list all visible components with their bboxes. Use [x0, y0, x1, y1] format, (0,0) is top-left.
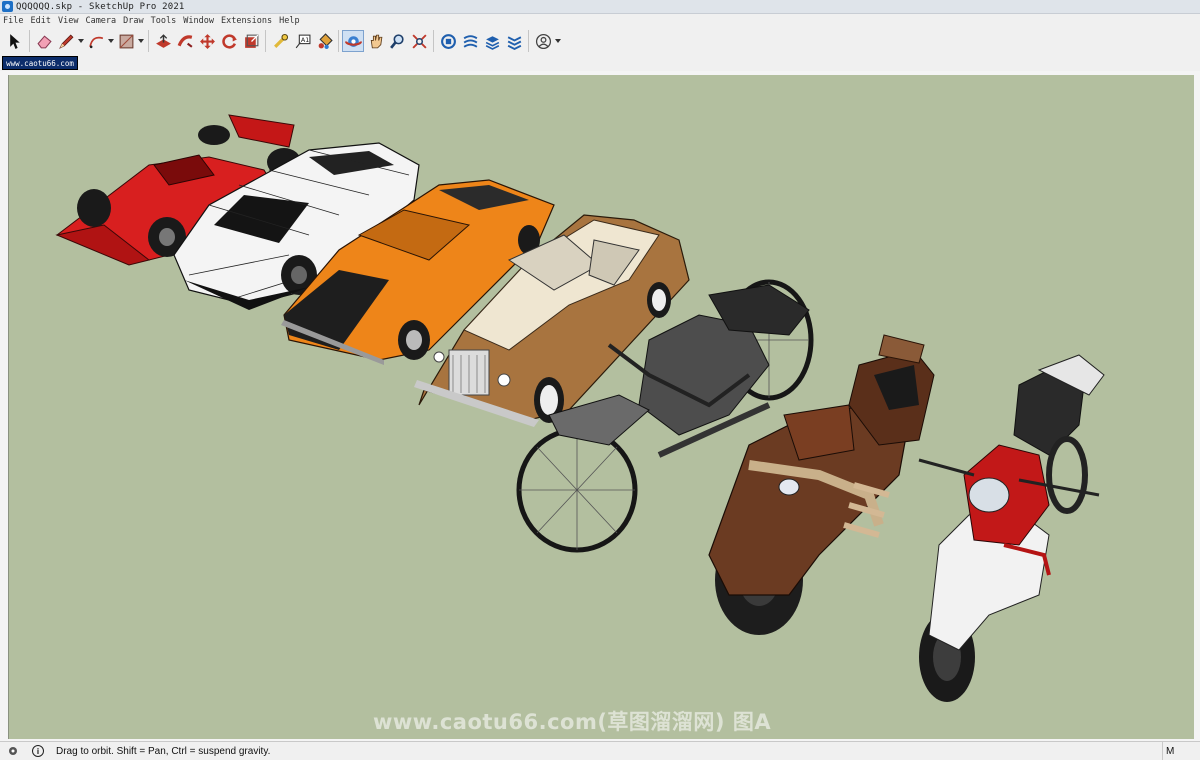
window-title: QQQQQQ.skp - SketchUp Pro 2021 [16, 1, 185, 12]
sketchup-logo-icon [2, 1, 13, 12]
toolbar-separator [338, 30, 339, 52]
move-icon[interactable] [196, 30, 218, 52]
arc-tools-dropdown-icon[interactable] [107, 30, 115, 52]
arc-icon[interactable] [85, 30, 107, 52]
paint-bucket-icon[interactable] [313, 30, 335, 52]
pan-icon[interactable] [364, 30, 386, 52]
scene-tab[interactable]: www.caotu66.com [2, 56, 78, 70]
pencil-line-icon[interactable] [55, 30, 77, 52]
offset-icon[interactable] [240, 30, 262, 52]
rectangle-icon[interactable] [115, 30, 137, 52]
toolbar-separator [148, 30, 149, 52]
zoom-extents-icon[interactable] [408, 30, 430, 52]
menu-edit[interactable]: Edit [30, 16, 50, 26]
rotate-icon[interactable] [218, 30, 240, 52]
3d-warehouse-icon[interactable] [437, 30, 459, 52]
status-message: Drag to orbit. Shift = Pan, Ctrl = suspe… [56, 745, 271, 757]
getting-started-toolbar: A1 [0, 27, 1200, 55]
push-pull-icon[interactable] [152, 30, 174, 52]
extension-warehouse-icon[interactable] [459, 30, 481, 52]
menu-view[interactable]: View [58, 16, 78, 26]
menu-help[interactable]: Help [279, 16, 299, 26]
menu-file[interactable]: File [3, 16, 23, 26]
geo-location-icon[interactable] [6, 744, 20, 758]
orbit-icon[interactable] [342, 30, 364, 52]
extension-manager-icon[interactable] [503, 30, 525, 52]
instructor-info-icon[interactable]: i [32, 745, 44, 757]
viewport-canvas[interactable] [8, 75, 1194, 739]
status-bar: i Drag to orbit. Shift = Pan, Ctrl = sus… [0, 741, 1200, 760]
text-icon[interactable]: A1 [291, 30, 313, 52]
account-dropdown-icon[interactable] [554, 30, 562, 52]
scene-tab-bar: www.caotu66.com [0, 55, 1200, 71]
sport-motorcycle-model[interactable] [918, 354, 1105, 702]
measurements-label: M [1166, 745, 1175, 757]
title-bar: QQQQQQ.skp - SketchUp Pro 2021 [0, 0, 1200, 14]
menu-tools[interactable]: Tools [151, 16, 177, 26]
menu-bar: File Edit View Camera Draw Tools Window … [0, 14, 1200, 27]
toolbar-separator [528, 30, 529, 52]
shape-tools-dropdown-icon[interactable] [137, 30, 145, 52]
menu-extensions[interactable]: Extensions [221, 16, 272, 26]
menu-window[interactable]: Window [183, 16, 214, 26]
tape-measure-icon[interactable] [269, 30, 291, 52]
account-icon[interactable] [532, 30, 554, 52]
modeling-viewport[interactable] [0, 71, 1200, 741]
toolbar-separator [265, 30, 266, 52]
vehicle-models-scene[interactable] [9, 75, 1195, 739]
follow-me-icon[interactable] [174, 30, 196, 52]
zoom-icon[interactable] [386, 30, 408, 52]
watermark-text: www.caotu66.com(草图溜溜网) 图A [373, 710, 772, 734]
menu-camera[interactable]: Camera [85, 16, 116, 26]
toolbar-separator [433, 30, 434, 52]
toolbar-separator [29, 30, 30, 52]
svg-text:A1: A1 [300, 36, 308, 44]
line-tools-dropdown-icon[interactable] [77, 30, 85, 52]
eraser-icon[interactable] [33, 30, 55, 52]
select-arrow-icon[interactable] [4, 30, 26, 52]
menu-draw[interactable]: Draw [123, 16, 143, 26]
measurements-box[interactable]: M [1162, 742, 1200, 760]
layout-icon[interactable] [481, 30, 503, 52]
